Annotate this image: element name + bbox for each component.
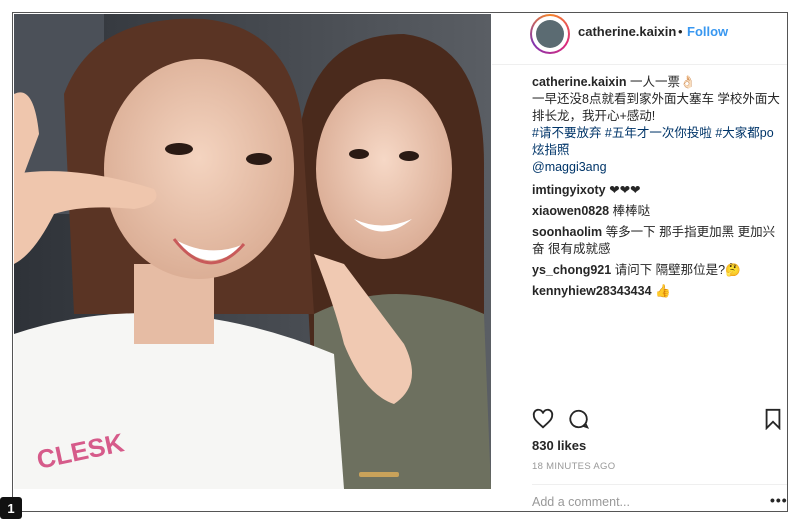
comment-text: ❤❤❤ — [609, 183, 641, 197]
corner-badge-label: 1 — [7, 500, 15, 516]
add-comment-input[interactable]: Add a comment... — [532, 495, 630, 509]
comment-username[interactable]: xiaowen0828 — [532, 204, 609, 218]
post-photo[interactable]: CLESK — [14, 14, 491, 489]
corner-badge-icon[interactable]: 1 — [0, 497, 22, 519]
list-item: kennyhiew28343434 👍 — [532, 283, 782, 300]
comment-text: 👍 — [655, 284, 671, 298]
likes-count[interactable]: 830 likes — [532, 438, 586, 453]
caption-hashtags[interactable]: #请不要放弃 #五年才一次你投啦 #大家都po炫指照 — [532, 125, 782, 159]
caption-line1: 一人一票👌🏻 — [629, 75, 696, 89]
list-item: ys_chong921 请问下 隔壁那位是?🤔 — [532, 262, 782, 279]
comment-username[interactable]: soonhaolim — [532, 225, 602, 239]
caption-line2: 一早还没8点就看到家外面大塞车 学校外面大排长龙，我开心+感动! — [532, 92, 780, 123]
list-item: imtingyixoty ❤❤❤ — [532, 182, 782, 199]
comment-username[interactable]: kennyhiew28343434 — [532, 284, 652, 298]
separator-dot: • — [678, 24, 683, 39]
comment-text: 棒棒哒 — [612, 204, 651, 218]
caption: catherine.kaixin 一人一票👌🏻 一早还没8点就看到家外面大塞车 … — [532, 74, 782, 176]
action-bar — [532, 408, 784, 432]
divider — [532, 484, 787, 485]
follow-button[interactable]: Follow — [687, 24, 728, 39]
comments-list: catherine.kaixin 一人一票👌🏻 一早还没8点就看到家外面大塞车 … — [532, 74, 782, 302]
list-item: soonhaolim 等多一下 那手指更加黑 更加兴奋 很有成就感 — [532, 224, 782, 258]
avatar-image — [536, 20, 564, 48]
comment-icon[interactable] — [568, 408, 590, 430]
bookmark-icon[interactable] — [764, 408, 782, 430]
comment-username[interactable]: imtingyixoty — [532, 183, 606, 197]
caption-username[interactable]: catherine.kaixin — [532, 75, 627, 89]
post-sidebar: catherine.kaixin • Follow catherine.kaix… — [492, 14, 787, 510]
timestamp[interactable]: 18 MINUTES AGO — [532, 461, 615, 472]
caption-mention[interactable]: @maggi3ang — [532, 159, 782, 176]
selfie-image: CLESK — [14, 14, 491, 489]
comment-username[interactable]: ys_chong921 — [532, 263, 611, 277]
more-options-button[interactable]: ••• — [770, 492, 788, 508]
comment-text: 请问下 隔壁那位是?🤔 — [614, 263, 741, 277]
header-username[interactable]: catherine.kaixin — [578, 24, 676, 39]
list-item: xiaowen0828 棒棒哒 — [532, 203, 782, 220]
heart-icon[interactable] — [532, 408, 554, 430]
post-header: catherine.kaixin • Follow — [492, 14, 787, 65]
avatar[interactable] — [530, 14, 570, 54]
